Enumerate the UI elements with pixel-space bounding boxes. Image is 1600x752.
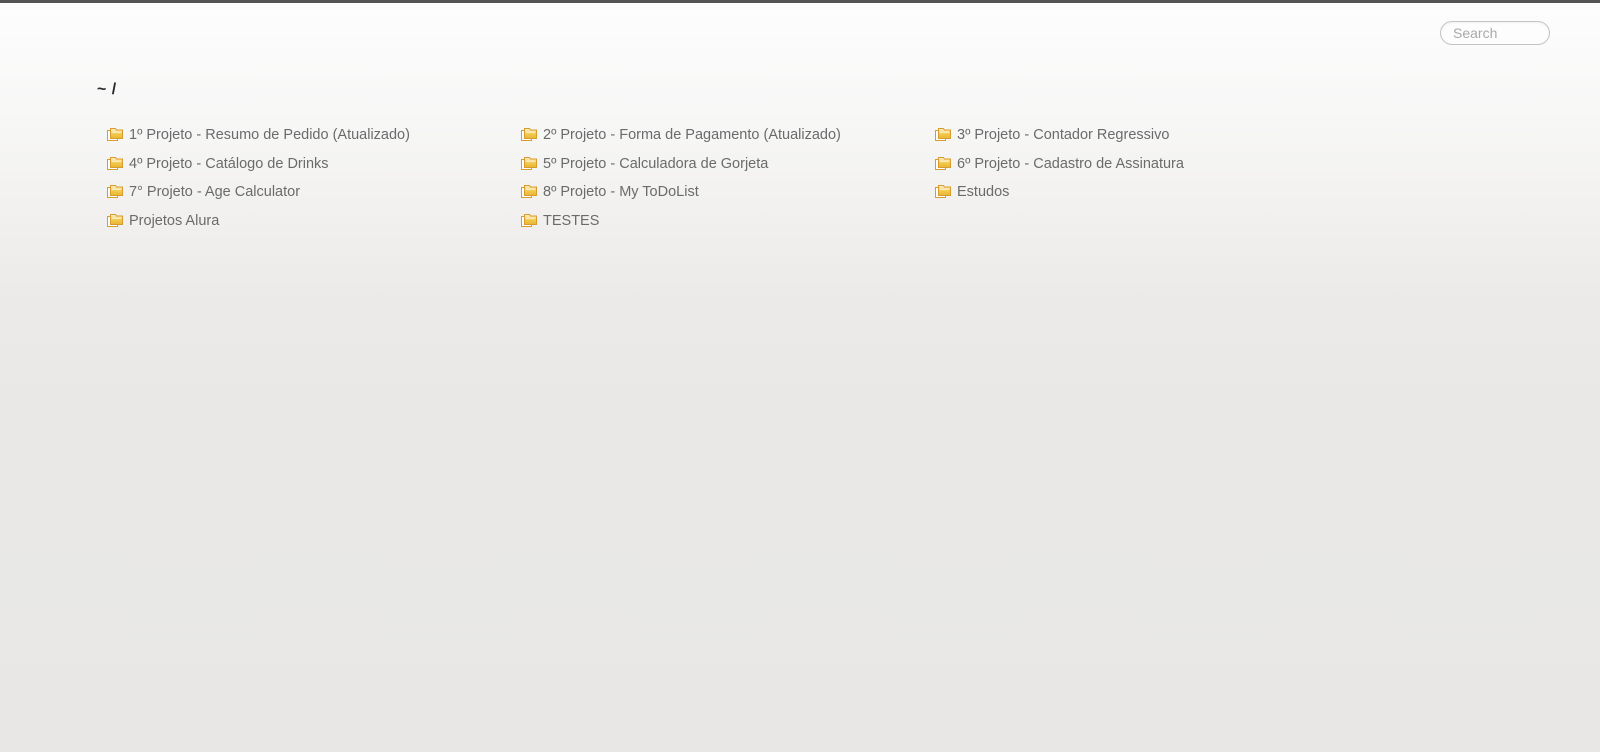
folder-link[interactable]: 6º Projeto - Cadastro de Assinatura [935, 150, 1335, 179]
folder-link[interactable]: 3º Projeto - Contador Regressivo [935, 121, 1335, 150]
directory-listing-page: ~ / 1º Projeto - Resumo de Pedido (Atual… [0, 3, 1600, 752]
breadcrumb-home[interactable]: ~ [97, 81, 107, 98]
folder-name: Estudos [957, 184, 1010, 200]
folder-name: 7° Projeto - Age Calculator [129, 184, 301, 200]
folder-icon [107, 156, 123, 170]
folder-icon [107, 185, 123, 199]
folder-link[interactable]: 2º Projeto - Forma de Pagamento (Atualiz… [521, 121, 921, 150]
folder-name: 2º Projeto - Forma de Pagamento (Atualiz… [543, 127, 841, 143]
folder-name: 6º Projeto - Cadastro de Assinatura [957, 155, 1184, 172]
folder-link[interactable]: 8º Projeto - My ToDoList [521, 178, 921, 207]
folder-icon [935, 185, 951, 199]
folder-name: 8º Projeto - My ToDoList [543, 184, 699, 200]
folder-link[interactable]: 1º Projeto - Resumo de Pedido (Atualizad… [107, 121, 507, 150]
listing-column: 1º Projeto - Resumo de Pedido (Atualizad… [107, 121, 507, 235]
folder-link[interactable]: 5º Projeto - Calculadora de Gorjeta [521, 150, 921, 179]
listing-column: 2º Projeto - Forma de Pagamento (Atualiz… [521, 121, 921, 235]
listing-column: 3º Projeto - Contador Regressivo 6º Proje… [935, 121, 1335, 207]
folder-name: 4º Projeto - Catálogo de Drinks [129, 155, 329, 172]
folder-name: TESTES [543, 212, 600, 229]
folder-link[interactable]: Projetos Alura [107, 207, 507, 236]
folder-icon [935, 156, 951, 170]
search-box[interactable] [1440, 21, 1550, 45]
folder-name: 5º Projeto - Calculadora de Gorjeta [543, 155, 769, 172]
folder-name: 1º Projeto - Resumo de Pedido (Atualizad… [129, 127, 410, 143]
folder-link[interactable]: Estudos [935, 178, 1335, 207]
breadcrumb: ~ / [97, 81, 117, 99]
folder-icon [521, 213, 537, 227]
folder-link[interactable]: 7° Projeto - Age Calculator [107, 178, 507, 207]
folder-icon [107, 128, 123, 142]
search-input[interactable] [1440, 21, 1550, 45]
folder-icon [935, 128, 951, 142]
folder-icon [521, 185, 537, 199]
folder-icon [521, 128, 537, 142]
folder-name: 3º Projeto - Contador Regressivo [957, 127, 1170, 143]
breadcrumb-separator[interactable]: / [112, 81, 117, 98]
folder-link[interactable]: 4º Projeto - Catálogo de Drinks [107, 150, 507, 179]
folder-link[interactable]: TESTES [521, 207, 921, 236]
folder-name: Projetos Alura [129, 212, 220, 229]
folder-icon [521, 156, 537, 170]
folder-icon [107, 213, 123, 227]
